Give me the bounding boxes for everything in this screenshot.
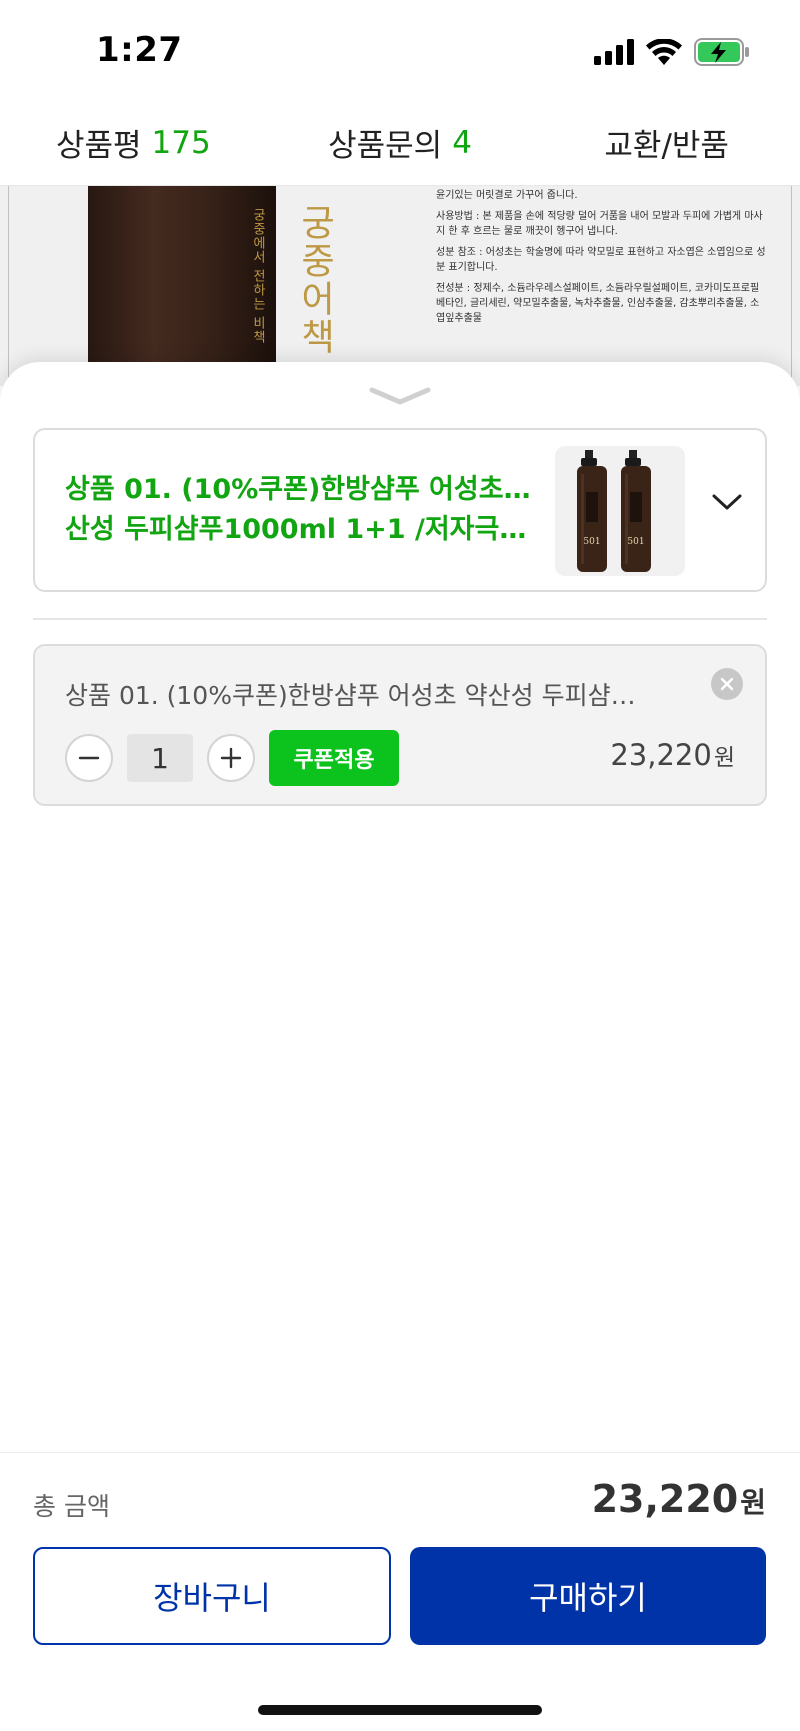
product-thumbnail: 501 501 bbox=[555, 446, 685, 576]
tab-exchange-return-label: 교환/반품 bbox=[604, 128, 729, 164]
close-icon bbox=[720, 677, 734, 691]
quantity-value[interactable]: 1 bbox=[127, 734, 193, 782]
chevron-down-icon bbox=[712, 494, 742, 510]
purchase-bar: 총 금액 23,220 원 장바구니 구매하기 bbox=[0, 1452, 800, 1731]
add-to-cart-button[interactable]: 장바구니 bbox=[33, 1547, 391, 1645]
tab-reviews-count: 175 bbox=[151, 124, 211, 161]
apply-coupon-button[interactable]: 쿠폰적용 bbox=[269, 730, 399, 786]
sheet-collapse-handle[interactable] bbox=[368, 384, 432, 408]
status-bar: 1:27 bbox=[0, 0, 800, 100]
tab-exchange-return[interactable]: 교환/반품 bbox=[533, 100, 800, 185]
total-price-value: 23,220 bbox=[591, 1477, 739, 1521]
option-title-line1: 상품 01. (10%쿠폰)한방샴푸 어성초 약 bbox=[65, 474, 535, 505]
tab-inquiries-label: 상품문의 bbox=[328, 128, 443, 164]
total-label: 총 금액 bbox=[33, 1492, 110, 1521]
remove-item-button[interactable] bbox=[711, 668, 743, 700]
product-tabs: 상품평 175 상품문의 4 교환/반품 bbox=[0, 100, 800, 186]
shampoo-bottles-image: 501 501 bbox=[577, 450, 651, 572]
selected-item-name: 상품 01. (10%쿠폰)한방샴푸 어성초 약산성 두피샴푸10... bbox=[65, 681, 645, 710]
buy-now-button[interactable]: 구매하기 bbox=[410, 1547, 766, 1645]
home-indicator[interactable] bbox=[258, 1705, 542, 1715]
quantity-decrease-button[interactable] bbox=[65, 734, 113, 782]
minus-icon bbox=[78, 756, 100, 760]
chevron-down-icon bbox=[369, 387, 431, 405]
status-icons bbox=[594, 38, 750, 66]
svg-text:501: 501 bbox=[583, 537, 600, 547]
tab-inquiries-count: 4 bbox=[452, 124, 472, 161]
tab-inquiries[interactable]: 상품문의 4 bbox=[267, 100, 534, 185]
total-price-currency: 원 bbox=[740, 1486, 766, 1519]
item-price-value: 23,220 bbox=[610, 738, 712, 772]
option-title: 상품 01. (10%쿠폰)한방샴푸 어성초 약 산성 두피샴푸1000ml 1… bbox=[65, 470, 535, 550]
wifi-icon bbox=[646, 39, 682, 65]
total-price: 23,220 원 bbox=[592, 1477, 766, 1521]
selected-option-item: 상품 01. (10%쿠폰)한방샴푸 어성초 약산성 두피샴푸10... 1 쿠… bbox=[33, 644, 767, 806]
divider bbox=[33, 618, 767, 620]
tab-reviews-label: 상품평 bbox=[55, 128, 142, 164]
dim-overlay[interactable] bbox=[0, 186, 800, 386]
svg-text:501: 501 bbox=[627, 537, 644, 547]
option-selector[interactable]: 상품 01. (10%쿠폰)한방샴푸 어성초 약 산성 두피샴푸1000ml 1… bbox=[33, 428, 767, 592]
quantity-increase-button[interactable] bbox=[207, 734, 255, 782]
item-price: 23,220 원 bbox=[610, 738, 735, 772]
plus-icon bbox=[220, 747, 242, 769]
item-price-currency: 원 bbox=[713, 745, 735, 771]
status-time: 1:27 bbox=[96, 30, 183, 70]
option-dropdown-toggle[interactable] bbox=[711, 492, 743, 516]
option-title-line2: 산성 두피샴푸1000ml 1+1 /저자극 지... bbox=[65, 514, 535, 545]
cellular-signal-icon bbox=[594, 39, 634, 65]
tab-reviews[interactable]: 상품평 175 bbox=[0, 100, 267, 185]
battery-charging-icon bbox=[694, 38, 749, 66]
